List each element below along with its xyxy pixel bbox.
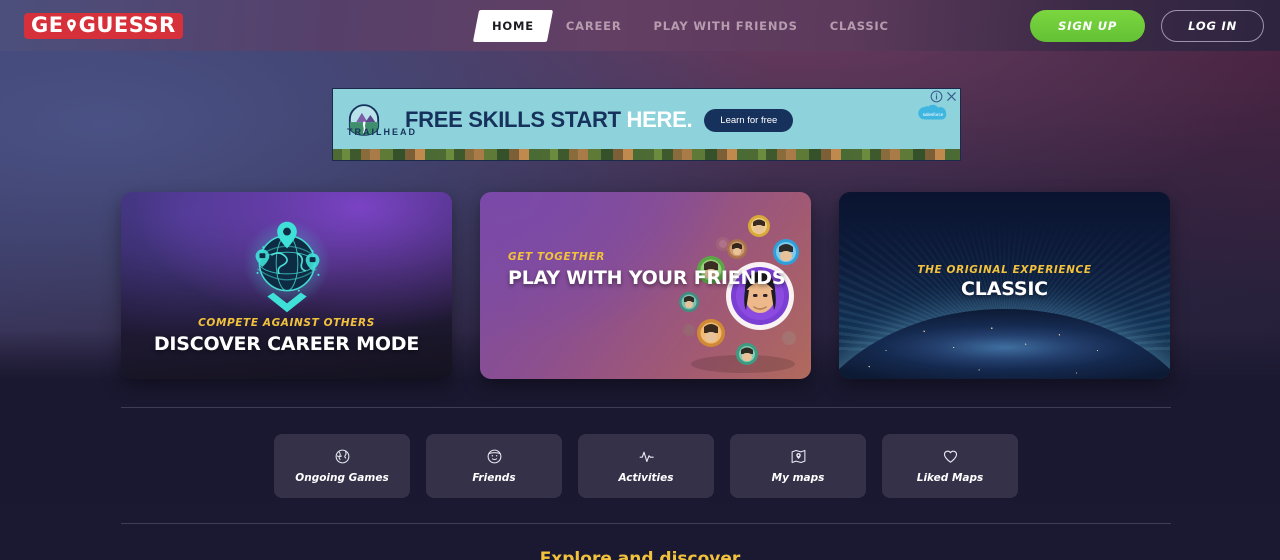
divider-above-tiles — [121, 407, 1171, 408]
friends-card-text: GET TOGETHER PLAY WITH YOUR FRIENDS — [508, 251, 786, 289]
heart-icon — [943, 450, 957, 463]
logo-text-after-pin: GUESSR — [78, 12, 176, 37]
career-card-title: DISCOVER CAREER MODE — [153, 332, 420, 355]
main-navigation: HOME CAREER PLAY WITH FRIENDS CLASSIC — [472, 0, 905, 51]
geoguessr-logo[interactable]: GE GUESSR — [24, 12, 183, 39]
smiley-face-icon — [487, 449, 501, 464]
quick-links-row: Ongoing Games Friends Activities My maps… — [274, 434, 1018, 498]
card-play-with-friends[interactable]: GET TOGETHER PLAY WITH YOUR FRIENDS — [480, 192, 811, 379]
avatar-small-teal — [679, 292, 699, 312]
tile-label-activities: Activities — [618, 472, 674, 484]
salesforce-cloud-logo-icon: salesforce — [918, 104, 947, 120]
tile-friends[interactable]: Friends — [426, 434, 562, 498]
friends-card-eyebrow: GET TOGETHER — [508, 251, 605, 263]
card-discover-career-mode[interactable]: COMPETE AGAINST OTHERS DISCOVER CAREER M… — [121, 192, 452, 379]
ad-headline-part1: FREE SKILLS START — [405, 107, 621, 132]
ad-content: TRAILHEAD FREE SKILLS START HERE. Learn … — [333, 89, 960, 151]
classic-card-eyebrow: THE ORIGINAL EXPERIENCE — [917, 264, 1092, 276]
sign-up-button[interactable]: SIGN UP — [1030, 9, 1146, 42]
ad-photo-strip — [333, 149, 960, 160]
advertisement-banner[interactable]: TRAILHEAD FREE SKILLS START HERE. Learn … — [332, 88, 961, 161]
bottom-section-heading: Explore and discover — [539, 549, 741, 560]
tile-label-ongoing-games: Ongoing Games — [295, 472, 389, 484]
ad-close-icon[interactable] — [945, 90, 958, 103]
nav-item-classic[interactable]: CLASSIC — [814, 11, 905, 41]
career-card-eyebrow: COMPETE AGAINST OTHERS — [198, 316, 375, 329]
map-pin-icon — [791, 449, 805, 464]
svg-text:salesforce: salesforce — [923, 112, 944, 117]
ad-headline-part2: HERE. — [626, 107, 693, 132]
hero-card-row: COMPETE AGAINST OTHERS DISCOVER CAREER M… — [121, 192, 1171, 379]
globe-icon — [335, 449, 349, 464]
adchoices-info-icon[interactable] — [930, 90, 943, 103]
ad-controls — [930, 90, 958, 103]
nav-item-home[interactable]: HOME — [472, 9, 554, 42]
divider-below-tiles — [121, 523, 1171, 524]
card-classic[interactable]: THE ORIGINAL EXPERIENCE CLASSIC — [839, 192, 1170, 379]
logo-text-before-pin: GE — [31, 12, 64, 37]
tile-label-friends: Friends — [472, 472, 516, 484]
classic-card-title: CLASSIC — [961, 278, 1048, 300]
classic-card-text: THE ORIGINAL EXPERIENCE CLASSIC — [839, 264, 1170, 300]
location-pin-icon — [66, 18, 76, 32]
tile-my-maps[interactable]: My maps — [730, 434, 866, 498]
tile-label-my-maps: My maps — [771, 472, 825, 484]
avatar-small-yellow — [748, 215, 770, 237]
auth-buttons: SIGN UP LOG IN — [1030, 9, 1264, 42]
ad-cta-button[interactable]: Learn for free — [704, 108, 794, 132]
friends-card-title: PLAY WITH YOUR FRIENDS — [508, 267, 786, 289]
logo-wordmark: GE GUESSR — [24, 12, 183, 39]
site-header: GE GUESSR HOME CAREER PLAY WITH FRIENDS … — [0, 0, 1280, 51]
tile-ongoing-games[interactable]: Ongoing Games — [274, 434, 410, 498]
activity-pulse-icon — [639, 451, 654, 463]
tile-label-liked-maps: Liked Maps — [916, 472, 984, 484]
avatar-small-teal-2 — [736, 343, 758, 365]
career-card-text: COMPETE AGAINST OTHERS DISCOVER CAREER M… — [121, 317, 452, 355]
nav-item-career[interactable]: CAREER — [550, 11, 638, 41]
tile-activities[interactable]: Activities — [578, 434, 714, 498]
nav-item-play-with-friends[interactable]: PLAY WITH FRIENDS — [637, 11, 813, 41]
avatar-small-orange — [697, 319, 725, 347]
globe-with-pins-icon — [243, 219, 330, 313]
ad-headline: FREE SKILLS START HERE. — [405, 107, 693, 133]
ad-brand-name: TRAILHEAD — [347, 127, 417, 137]
tile-liked-maps[interactable]: Liked Maps — [882, 434, 1018, 498]
log-in-button[interactable]: LOG IN — [1161, 9, 1264, 42]
